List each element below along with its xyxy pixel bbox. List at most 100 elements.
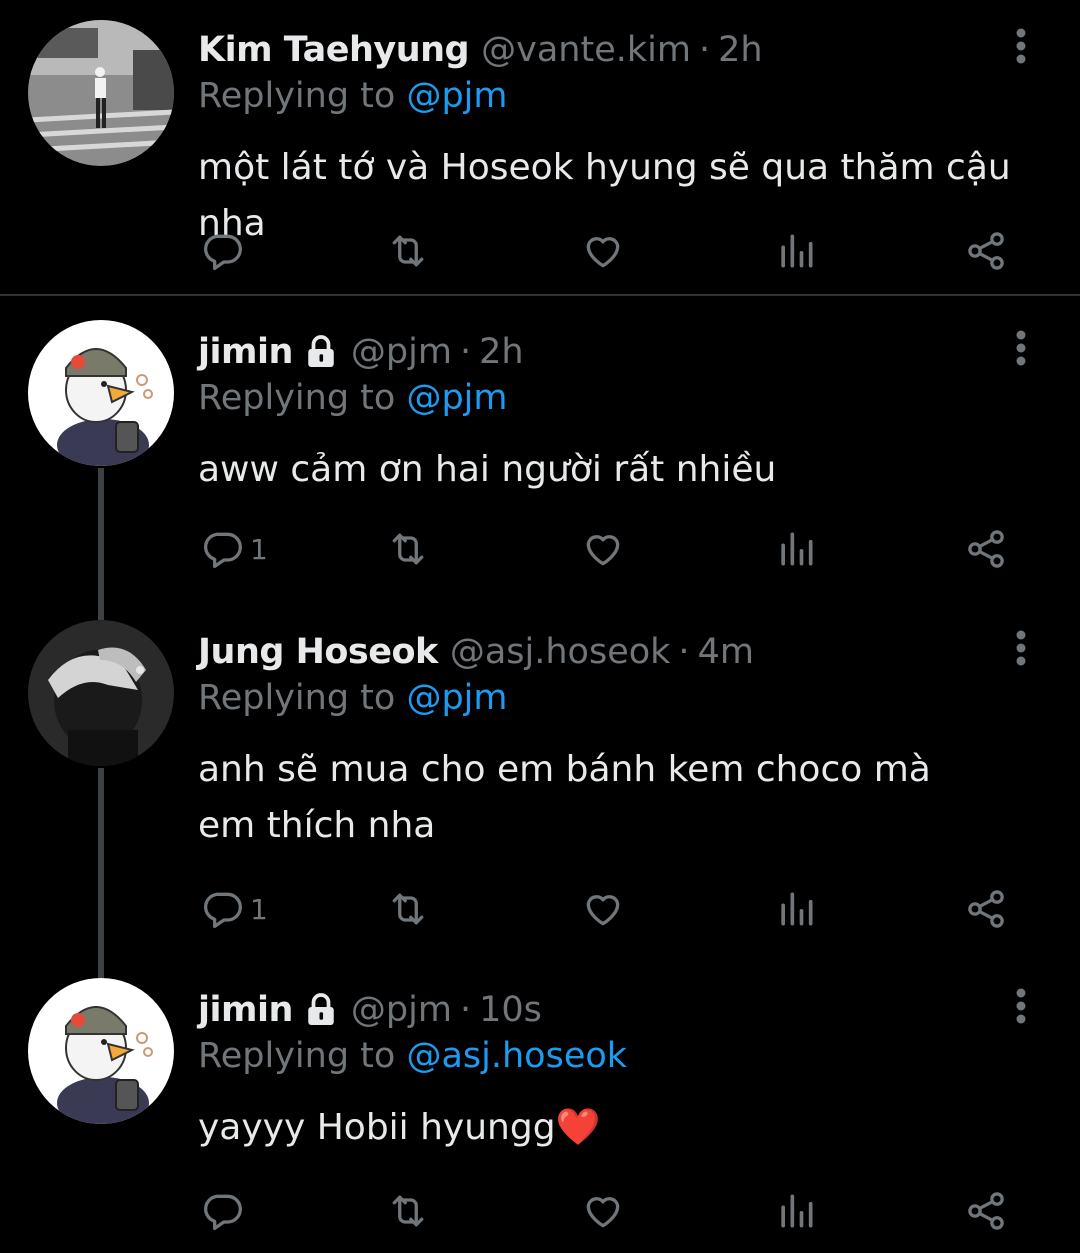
avatar-photo-street — [28, 20, 174, 166]
tweet-text: anh sẽ mua cho em bánh kem choco mà em t… — [198, 749, 931, 846]
retweet-icon — [392, 1195, 424, 1227]
reply-icon — [204, 892, 242, 929]
reply-button[interactable]: 1 — [200, 884, 268, 934]
avatar[interactable] — [28, 978, 174, 1124]
avatar[interactable] — [28, 20, 174, 166]
mention-link[interactable]: @asj.hoseok — [406, 1036, 627, 1076]
views-icon — [781, 234, 813, 268]
retweet-button[interactable] — [386, 884, 430, 934]
tweet-header: Kim Taehyung @vante.kim · 2h — [198, 24, 763, 76]
separator-dot: · — [698, 30, 711, 70]
retweet-icon — [392, 235, 424, 267]
replying-to-line: Replying to @asj.hoseok — [198, 1036, 627, 1076]
share-icon — [968, 530, 1004, 568]
tweet-actions: 1 — [198, 884, 1018, 934]
more-options-button[interactable] — [1004, 24, 1038, 68]
more-options-button[interactable] — [1004, 326, 1038, 370]
retweet-icon — [392, 893, 424, 925]
tweet-text: aww cảm ơn hai người rất nhiều — [198, 449, 777, 490]
share-icon — [968, 1192, 1004, 1230]
display-name[interactable]: jimin — [198, 332, 293, 372]
tweet-text: yayyy Hobii hyungg❤️ — [198, 1107, 601, 1148]
views-button[interactable] — [774, 1186, 818, 1236]
reply-icon — [204, 532, 242, 569]
reply-icon — [204, 234, 242, 271]
views-button[interactable] — [774, 884, 818, 934]
reply-button[interactable] — [200, 226, 250, 276]
like-button[interactable] — [581, 226, 625, 276]
replying-to-label: Replying to — [198, 378, 407, 418]
heart-icon — [586, 1197, 620, 1228]
retweet-button[interactable] — [386, 524, 430, 574]
views-button[interactable] — [774, 226, 818, 276]
tweet-actions — [198, 226, 1018, 276]
replying-to-line: Replying to @pjm — [198, 678, 508, 718]
heart-icon — [586, 535, 620, 566]
like-button[interactable] — [581, 524, 625, 574]
more-options-button[interactable] — [1004, 626, 1038, 670]
tweet[interactable]: jimin @pjm · 10s Replying to @asj.hoseok… — [0, 960, 1080, 1253]
share-icon — [968, 890, 1004, 928]
mention-link[interactable]: @pjm — [406, 76, 507, 116]
avatar[interactable] — [28, 620, 174, 766]
reply-button[interactable]: 1 — [200, 524, 268, 574]
separator-dot: · — [459, 332, 472, 372]
tweet-actions: 1 — [198, 524, 1018, 574]
reply-thread: Kim Taehyung @vante.kim · 2h Replying to… — [0, 0, 1080, 1253]
username[interactable]: @asj.hoseok — [450, 632, 671, 672]
tweet[interactable]: Jung Hoseok @asj.hoseok · 4m Replying to… — [0, 600, 1080, 960]
more-icon — [1016, 330, 1026, 366]
timestamp[interactable]: 4m — [698, 632, 754, 672]
lock-icon — [308, 335, 334, 367]
timestamp[interactable]: 2h — [718, 30, 762, 70]
separator-dot: · — [678, 632, 690, 672]
tweet-actions — [198, 1186, 1018, 1236]
more-icon — [1016, 630, 1026, 666]
avatar[interactable] — [28, 320, 174, 466]
more-options-button[interactable] — [1004, 984, 1038, 1028]
like-button[interactable] — [581, 884, 625, 934]
avatar-duck-illustration — [28, 320, 174, 466]
avatar-photo-portrait — [28, 620, 174, 766]
share-button[interactable] — [964, 524, 1008, 574]
reply-count: 1 — [250, 532, 268, 566]
replying-to-line: Replying to @pjm — [198, 378, 508, 418]
display-name[interactable]: Kim Taehyung — [198, 30, 470, 70]
more-icon — [1016, 988, 1026, 1024]
username[interactable]: @vante.kim — [481, 30, 691, 70]
like-button[interactable] — [581, 1186, 625, 1236]
reply-icon — [204, 1194, 242, 1231]
share-button[interactable] — [964, 226, 1008, 276]
tweet-header: Jung Hoseok @asj.hoseok · 4m — [198, 626, 754, 678]
display-name[interactable]: jimin — [198, 990, 293, 1030]
views-icon — [781, 1194, 813, 1228]
tweet[interactable]: jimin @pjm · 2h Replying to @pjm aww cảm… — [0, 296, 1080, 616]
mention-link[interactable]: @pjm — [406, 378, 507, 418]
retweet-icon — [392, 533, 424, 565]
share-button[interactable] — [964, 1186, 1008, 1236]
timestamp[interactable]: 10s — [479, 990, 542, 1030]
lock-icon — [308, 993, 334, 1025]
username[interactable]: @pjm — [351, 332, 452, 372]
heart-icon — [586, 895, 620, 926]
reply-button[interactable] — [200, 1186, 250, 1236]
retweet-button[interactable] — [386, 226, 430, 276]
heart-icon — [586, 237, 620, 268]
views-icon — [781, 532, 813, 566]
retweet-button[interactable] — [386, 1186, 430, 1236]
display-name[interactable]: Jung Hoseok — [198, 632, 438, 672]
more-icon — [1016, 28, 1026, 64]
timestamp[interactable]: 2h — [479, 332, 523, 372]
reply-count: 1 — [250, 892, 268, 926]
views-button[interactable] — [774, 524, 818, 574]
replying-to-label: Replying to — [198, 1036, 407, 1076]
username[interactable]: @pjm — [351, 990, 452, 1030]
share-button[interactable] — [964, 884, 1008, 934]
share-icon — [968, 232, 1004, 270]
tweet[interactable]: Kim Taehyung @vante.kim · 2h Replying to… — [0, 0, 1080, 294]
replying-to-label: Replying to — [198, 76, 407, 116]
mention-link[interactable]: @pjm — [406, 678, 507, 718]
replying-to-label: Replying to — [198, 678, 407, 718]
views-icon — [781, 892, 813, 926]
separator-dot: · — [459, 990, 472, 1030]
